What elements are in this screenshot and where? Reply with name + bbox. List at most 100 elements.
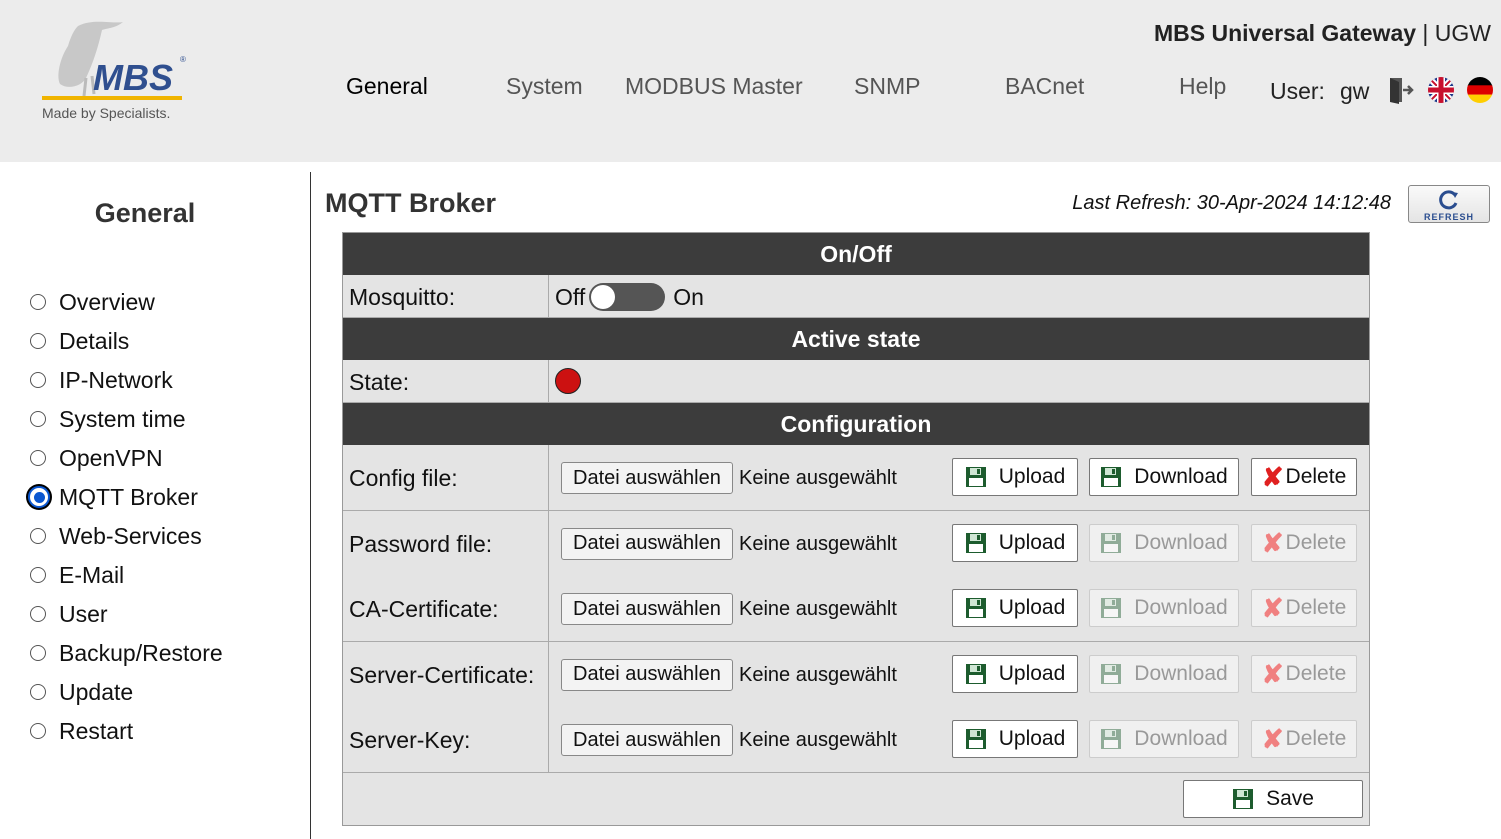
nav-general[interactable]: General <box>346 73 428 100</box>
delete-button[interactable]: ✘ Delete <box>1251 458 1357 496</box>
toggle-on-label: On <box>673 283 704 310</box>
german-flag-icon[interactable] <box>1466 76 1494 104</box>
save-row: Save <box>343 773 1369 825</box>
choose-file-button[interactable]: Datei auswählen <box>561 462 733 494</box>
server-key-label: Server-Key: <box>349 727 471 754</box>
radio-button[interactable] <box>28 486 50 508</box>
mosquitto-label: Mosquitto: <box>349 284 456 310</box>
sidebar-item-system-time[interactable]: System time <box>28 404 186 434</box>
no-file-selected-text: Keine ausgewählt <box>739 729 897 752</box>
radio-button[interactable] <box>30 723 46 739</box>
sidebar-item-backup-restore[interactable]: Backup/Restore <box>28 638 223 668</box>
floppy-disk-icon <box>965 467 986 487</box>
floppy-disk-icon <box>1101 729 1122 750</box>
config-file-row: Config file: Datei auswählen Keine ausgewä… <box>343 445 1369 511</box>
state-indicator <box>555 368 581 394</box>
delete-button[interactable]: ✘ Delete <box>1251 589 1357 628</box>
choose-file-button[interactable]: Datei auswählen <box>561 593 733 626</box>
no-file-selected-text: Keine ausgewählt <box>739 663 897 686</box>
floppy-disk-icon <box>1233 789 1254 809</box>
upload-button[interactable]: Upload <box>952 589 1078 628</box>
delete-x-icon: ✘ <box>1261 462 1284 492</box>
config-file-label: Config file: <box>349 465 458 491</box>
mosquitto-row: Mosquitto: Off On <box>343 275 1369 318</box>
sidebar-item-mqtt-broker[interactable]: MQTT Broker <box>28 482 198 512</box>
radio-button[interactable] <box>30 294 46 310</box>
nav-modbus-master[interactable]: MODBUS Master <box>625 73 803 100</box>
mosquitto-toggle[interactable] <box>589 283 666 311</box>
upload-button[interactable]: Upload <box>952 654 1078 693</box>
sidebar-item-web-services[interactable]: Web-Services <box>28 521 202 551</box>
sidebar-item-user[interactable]: User <box>28 599 108 629</box>
delete-x-icon: ✘ <box>1261 527 1284 558</box>
password-file-label: Password file: <box>349 530 493 557</box>
radio-button[interactable] <box>30 684 46 700</box>
svg-text:®: ® <box>180 55 186 64</box>
server-certificate-label: Server-Certificate: <box>349 661 535 688</box>
delete-button[interactable]: ✘ Delete <box>1251 720 1357 759</box>
ca-certificate-row: CA-Certificate: Datei auswählen Keine ausg… <box>343 576 1369 643</box>
radio-button[interactable] <box>30 606 46 622</box>
nav-bacnet[interactable]: BACnet <box>1005 73 1084 100</box>
sidebar-item-e-mail[interactable]: E-Mail <box>28 560 124 590</box>
logo-text: MBS <box>93 57 173 98</box>
save-button[interactable]: Save <box>1183 780 1363 818</box>
toggle-off-label: Off <box>555 283 586 310</box>
download-button[interactable]: Download <box>1089 458 1239 496</box>
mqtt-broker-panel: On/Off Mosquitto: Off On Active state St… <box>342 232 1370 826</box>
sidebar-item-overview[interactable]: Overview <box>28 287 155 317</box>
sidebar-item-openvpn[interactable]: OpenVPN <box>28 443 163 473</box>
sidebar-item-label: Overview <box>59 288 155 315</box>
floppy-disk-icon <box>965 729 986 750</box>
download-button[interactable]: Download <box>1089 720 1239 759</box>
ca-certificate-label: CA-Certificate: <box>349 596 499 623</box>
radio-button[interactable] <box>30 450 46 466</box>
radio-button[interactable] <box>30 333 46 349</box>
nav-system[interactable]: System <box>506 73 583 100</box>
download-button[interactable]: Download <box>1089 654 1239 693</box>
radio-button[interactable] <box>30 567 46 583</box>
upload-button[interactable]: Upload <box>952 458 1078 496</box>
radio-button[interactable] <box>30 645 46 661</box>
sidebar-item-details[interactable]: Details <box>28 326 129 356</box>
delete-button[interactable]: ✘ Delete <box>1251 654 1357 693</box>
section-configuration: Configuration <box>343 403 1369 445</box>
upload-button[interactable]: Upload <box>952 523 1078 562</box>
floppy-disk-icon <box>1101 598 1122 619</box>
delete-button[interactable]: ✘ Delete <box>1251 523 1357 562</box>
sidebar-item-label: IP-Network <box>59 366 173 393</box>
state-row: State: <box>343 360 1369 403</box>
radio-button[interactable] <box>30 528 46 544</box>
nav-help[interactable]: Help <box>1179 73 1226 100</box>
sidebar-item-label: System time <box>59 405 186 432</box>
radio-button[interactable] <box>30 411 46 427</box>
kiwi-bird-icon: MBS ® Made by Specialists. <box>42 21 186 121</box>
download-button[interactable]: Download <box>1089 589 1239 628</box>
delete-x-icon: ✘ <box>1261 724 1284 755</box>
sidebar-item-label: Update <box>59 678 134 705</box>
user-label: User: <box>1270 78 1325 104</box>
nav-snmp[interactable]: SNMP <box>854 73 920 100</box>
floppy-disk-icon <box>1101 467 1122 487</box>
sidebar-item-label: E-Mail <box>59 561 125 588</box>
uk-flag-icon[interactable] <box>1427 76 1455 104</box>
sidebar-item-restart[interactable]: Restart <box>28 716 133 746</box>
sidebar-item-ip-network[interactable]: IP-Network <box>28 365 173 395</box>
sidebar-item-label: Restart <box>59 717 134 744</box>
section-onoff: On/Off <box>343 233 1369 275</box>
logout-icon[interactable] <box>1387 76 1415 104</box>
no-file-selected-text: Keine ausgewählt <box>739 532 897 555</box>
choose-file-button[interactable]: Datei auswählen <box>561 658 733 691</box>
sidebar-item-label: User <box>59 600 108 627</box>
floppy-disk-icon <box>965 663 986 684</box>
floppy-disk-icon <box>1101 663 1122 684</box>
refresh-button[interactable]: REFRESH <box>1408 185 1490 223</box>
choose-file-button[interactable]: Datei auswählen <box>561 724 733 757</box>
choose-file-button[interactable]: Datei auswählen <box>561 527 733 560</box>
download-button[interactable]: Download <box>1089 523 1239 562</box>
upload-button[interactable]: Upload <box>952 720 1078 759</box>
state-label: State: <box>349 369 410 395</box>
mbs-logo[interactable]: MBS ® Made by Specialists. <box>38 18 198 128</box>
sidebar-item-update[interactable]: Update <box>28 677 133 707</box>
radio-button[interactable] <box>30 372 46 388</box>
